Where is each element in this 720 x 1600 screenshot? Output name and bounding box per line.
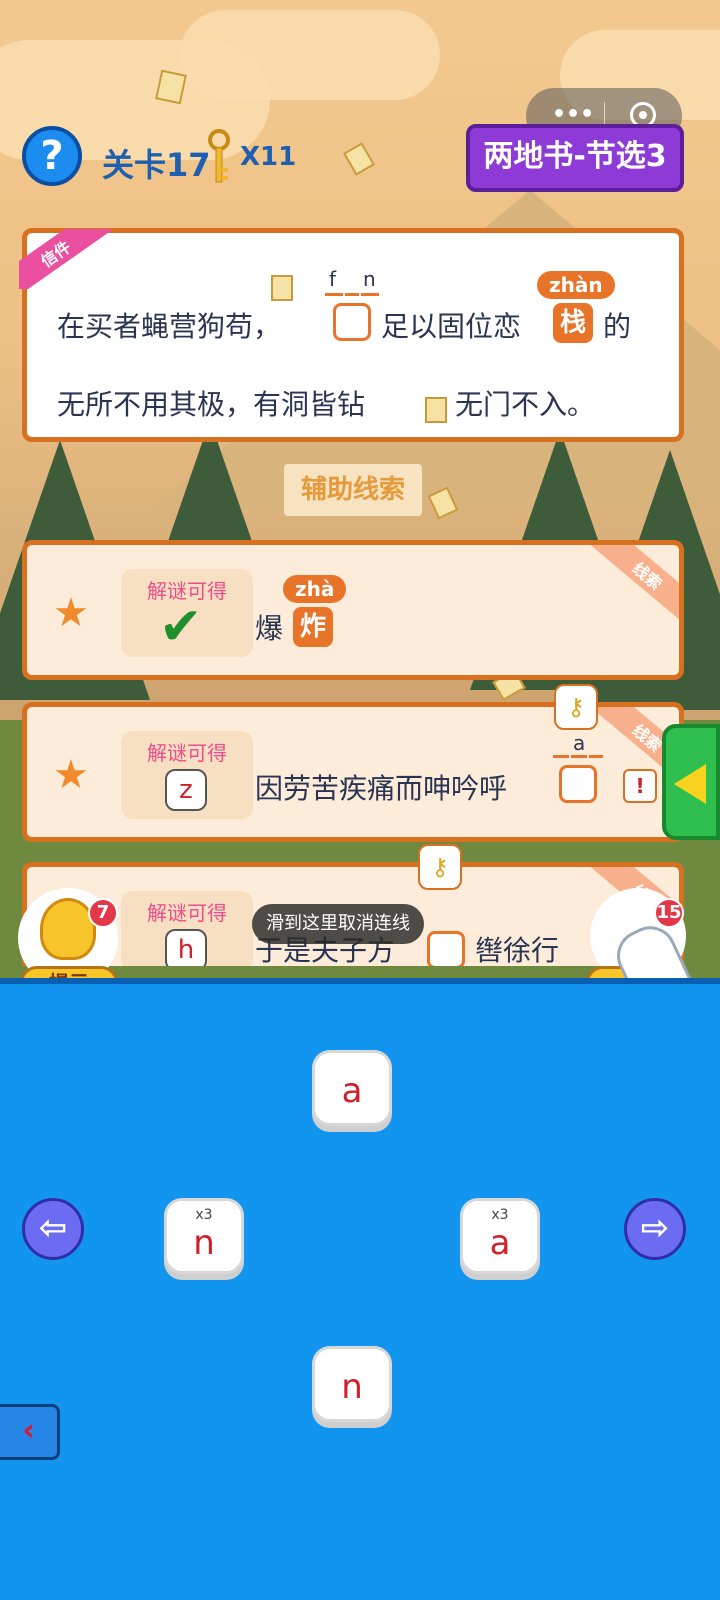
clean-badge: 15 [654, 898, 684, 928]
key-bubble-icon: ⚷ [554, 684, 598, 730]
lightbulb-icon [40, 898, 96, 960]
letter-ribbon: 信件 [19, 229, 119, 289]
tile-char: n [193, 1223, 215, 1263]
help-button[interactable]: ? [22, 126, 82, 186]
reward-key: h [165, 929, 207, 966]
arrow-left-icon [674, 764, 706, 804]
envelope-icon [425, 397, 447, 423]
pinyin-label: zhà [283, 575, 347, 603]
star-icon: ★ [53, 590, 89, 636]
pinyin-hint: n [363, 267, 376, 291]
letter-tile[interactable]: n [312, 1346, 392, 1422]
clue-text: 辔徐行 [475, 934, 560, 966]
prev-page-button[interactable]: ⇦ [22, 1198, 84, 1260]
pinyin-hint: f [329, 267, 337, 291]
pinyin-underline [553, 755, 569, 758]
reward-key: z [165, 769, 207, 811]
level-label: 关卡17 [102, 146, 211, 184]
key-bubble-icon: ⚷ [418, 844, 462, 890]
highlight-char: 炸 [293, 607, 333, 647]
cloud [180, 10, 440, 100]
clue-tag: 线索 [589, 545, 679, 628]
answer-blank[interactable] [333, 303, 371, 341]
key-icon [208, 129, 230, 183]
hint-badge: 7 [88, 898, 118, 928]
letter-text: 的 [603, 310, 632, 343]
pinyin-underline [361, 293, 379, 296]
ribbon-label: 信件 [19, 229, 113, 289]
reward-box: 解谜可得 h [121, 891, 253, 966]
cancel-link-tooltip: 滑到这里取消连线 [252, 904, 424, 944]
reward-box: 解谜可得 z [121, 731, 253, 819]
tile-count: x3 [195, 1207, 213, 1223]
pinyin-underline [325, 293, 343, 296]
chapter-title: 两地书-节选3 [466, 124, 684, 192]
letter-card: 信件 在买者蝇营狗苟， f n 足以固位恋 zhàn 栈 的 无所不用其极，有洞… [19, 228, 684, 442]
tile-char: a [489, 1223, 511, 1263]
tile-char: a [341, 1071, 363, 1111]
reward-label: 解谜可得 [147, 741, 227, 765]
clue-text: 因劳苦疾痛而呻吟呼 [255, 772, 508, 805]
check-icon: ✔ [159, 597, 203, 657]
tile-char: n [341, 1367, 363, 1407]
envelope-icon [271, 275, 293, 301]
letter-tile[interactable]: x3 n [164, 1198, 244, 1274]
reward-label: 解谜可得 [147, 901, 227, 925]
letter-text: 无所不用其极，有洞皆钻 [57, 388, 366, 421]
pinyin-underline [345, 293, 359, 296]
alert-icon[interactable]: ! [623, 769, 657, 803]
pinyin-underline [589, 755, 603, 758]
star-icon: ★ [53, 752, 89, 798]
aux-clue-label: 辅助线索 [284, 464, 422, 516]
key-count: X11 [240, 142, 297, 172]
letter-text: 足以固位恋 [381, 310, 522, 343]
pinyin-label: zhàn [537, 271, 615, 299]
highlight-char: 栈 [553, 303, 593, 343]
tile-count: x3 [491, 1207, 509, 1223]
answer-blank[interactable] [559, 765, 597, 803]
side-drawer-tab[interactable] [662, 724, 720, 840]
letter-tile[interactable]: x3 a [460, 1198, 540, 1274]
letter-text: 在买者蝇营狗苟， [57, 310, 282, 343]
clue-card: 线索 ★ 解谜可得 ✔ 爆 zhà 炸 [22, 540, 684, 680]
next-page-button[interactable]: ⇨ [624, 1198, 686, 1260]
clue-text: 爆 [255, 612, 284, 645]
letter-text: 无门不入。 [455, 388, 596, 421]
back-button[interactable]: ‹ [0, 1404, 60, 1460]
reward-box: 解谜可得 ✔ [121, 569, 253, 657]
letter-tile[interactable]: a [312, 1050, 392, 1126]
pinyin-hint: a [573, 731, 586, 755]
answer-blank[interactable] [427, 931, 465, 966]
pinyin-underline [571, 755, 587, 758]
